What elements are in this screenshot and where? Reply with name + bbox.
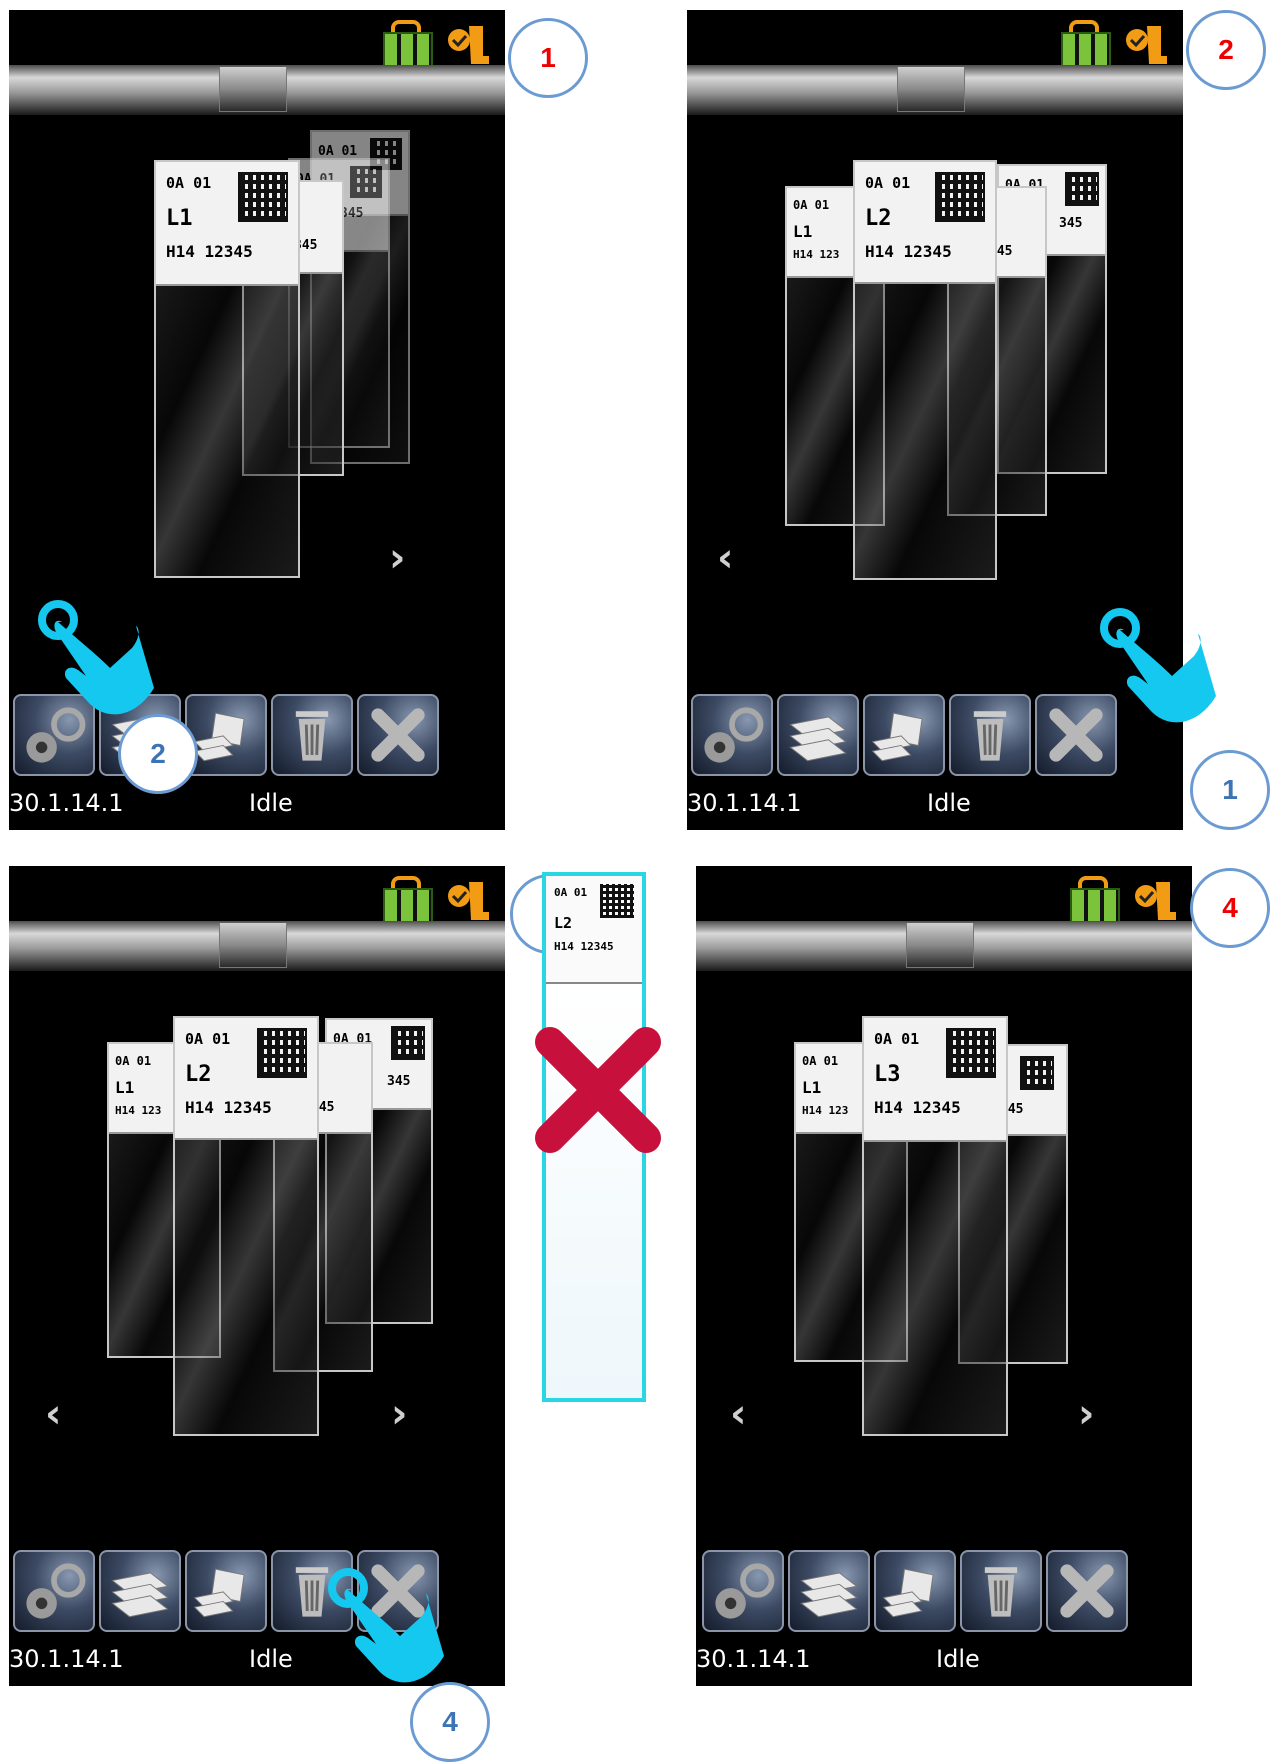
close-button[interactable]	[1046, 1550, 1128, 1632]
next-arrow[interactable]: ›	[391, 1394, 407, 1434]
touch-order-1: 1	[1190, 750, 1270, 830]
delete-button[interactable]	[271, 694, 353, 776]
barcode-icon	[350, 166, 382, 198]
slide-code: 0A 01	[874, 1030, 920, 1048]
close-button[interactable]	[357, 694, 439, 776]
slide-rack-icon	[193, 1568, 245, 1618]
slide-rack-button[interactable]	[874, 1550, 956, 1632]
step-marker-1: 1	[508, 18, 588, 98]
settings-button[interactable]	[691, 694, 773, 776]
next-arrow[interactable]: ›	[1078, 1394, 1094, 1434]
trash-icon	[295, 711, 329, 761]
slide-stack-icon	[800, 1572, 858, 1618]
trash-icon	[973, 711, 1007, 761]
status-bar: 30.1.14.1 Idle	[687, 785, 1183, 825]
barcode-icon	[1020, 1056, 1054, 1090]
close-icon	[371, 708, 425, 762]
barcode-icon	[946, 1028, 996, 1078]
status-bar: 30.1.14.1 Idle	[9, 785, 505, 825]
close-icon	[1060, 1564, 1114, 1618]
step-marker-4: 4	[1190, 868, 1270, 948]
slide-stack-button[interactable]	[777, 694, 859, 776]
barcode-icon	[391, 1026, 425, 1060]
settings-icon	[715, 1563, 775, 1619]
slide-stack-icon	[789, 716, 847, 762]
version-text: 30.1.14.1	[9, 789, 124, 817]
slide-code: 0A 01	[185, 1030, 231, 1048]
slide-id: H14 12345	[554, 940, 614, 953]
slide-rack-icon	[882, 1568, 934, 1618]
settings-button[interactable]	[702, 1550, 784, 1632]
toolbar	[702, 1550, 1192, 1634]
delete-button[interactable]	[949, 694, 1031, 776]
state-text: Idle	[927, 789, 971, 817]
step-marker-2: 2	[1186, 10, 1266, 90]
slide-front[interactable]: 0A 01 L1 H14 12345	[154, 160, 300, 578]
slide-stack-button[interactable]	[99, 1550, 181, 1632]
slide-code: 0A 01	[865, 174, 911, 192]
slide-level: L3	[874, 1062, 901, 1087]
state-text: Idle	[249, 1645, 293, 1673]
version-text: 30.1.14.1	[696, 1645, 811, 1673]
removed-slide-label: 0A 01 L2 H14 12345	[546, 876, 642, 984]
trash-icon	[984, 1567, 1018, 1617]
slide-level: L1	[166, 206, 193, 231]
slide-level: L2	[865, 206, 892, 231]
slide-rack-icon	[871, 712, 923, 762]
touch-order-4: 4	[410, 1682, 490, 1762]
slide-id: H14 12345	[166, 242, 253, 261]
next-arrow[interactable]: ›	[389, 538, 405, 578]
delete-button[interactable]	[960, 1550, 1042, 1632]
slide-code: 0A 01	[166, 174, 212, 192]
barcode-icon	[257, 1028, 307, 1078]
slide-front[interactable]: 0A 01 L2 H14 12345	[173, 1016, 319, 1436]
screen-panel-3: 0A 01 345 345 0A 01 L1 H14 123 0A 01 L2 H…	[9, 866, 505, 1686]
slide-code: 0A 01	[554, 886, 588, 899]
slide-rack-icon	[193, 712, 245, 762]
prev-arrow[interactable]: ‹	[717, 538, 733, 578]
slide-stack-button[interactable]	[788, 1550, 870, 1632]
barcode-icon	[935, 172, 985, 222]
slide-front[interactable]: 0A 01 L2 H14 12345	[853, 160, 997, 580]
slide-front[interactable]: 0A 01 L3 H14 12345	[862, 1016, 1008, 1436]
prev-arrow[interactable]: ‹	[45, 1394, 61, 1434]
barcode-icon	[600, 884, 634, 918]
barcode-icon	[238, 172, 288, 222]
state-text: Idle	[249, 789, 293, 817]
touch-hand-icon	[38, 600, 154, 715]
state-text: Idle	[936, 1645, 980, 1673]
slide-rack-button[interactable]	[185, 1550, 267, 1632]
prev-arrow[interactable]: ‹	[730, 1394, 746, 1434]
touch-order-2: 2	[118, 714, 198, 794]
slide-level: L2	[554, 914, 573, 932]
slide-rack-button[interactable]	[185, 694, 267, 776]
touch-hand-icon	[328, 1568, 444, 1683]
slide-id: H14 12345	[874, 1098, 961, 1117]
removed-slide: 0A 01 L2 H14 12345	[535, 872, 661, 1402]
screen-panel-4: 345 0A 01 L1 H14 123 0A 01 L3 H14 12345 …	[696, 866, 1192, 1686]
touch-hand-icon	[1100, 608, 1216, 723]
slide-id: H14 12345	[865, 242, 952, 261]
version-text: 30.1.14.1	[687, 789, 802, 817]
settings-icon	[26, 1563, 86, 1619]
slide-id: H14 12345	[185, 1098, 272, 1117]
slide-rack-button[interactable]	[863, 694, 945, 776]
barcode-icon	[1065, 172, 1099, 206]
version-text: 30.1.14.1	[9, 1645, 124, 1673]
status-bar: 30.1.14.1 Idle	[696, 1641, 1192, 1681]
slide-level: L2	[185, 1062, 212, 1087]
remove-x-icon	[535, 1027, 661, 1153]
settings-button[interactable]	[13, 1550, 95, 1632]
slide-stack-icon	[111, 1572, 169, 1618]
settings-icon	[704, 707, 764, 763]
